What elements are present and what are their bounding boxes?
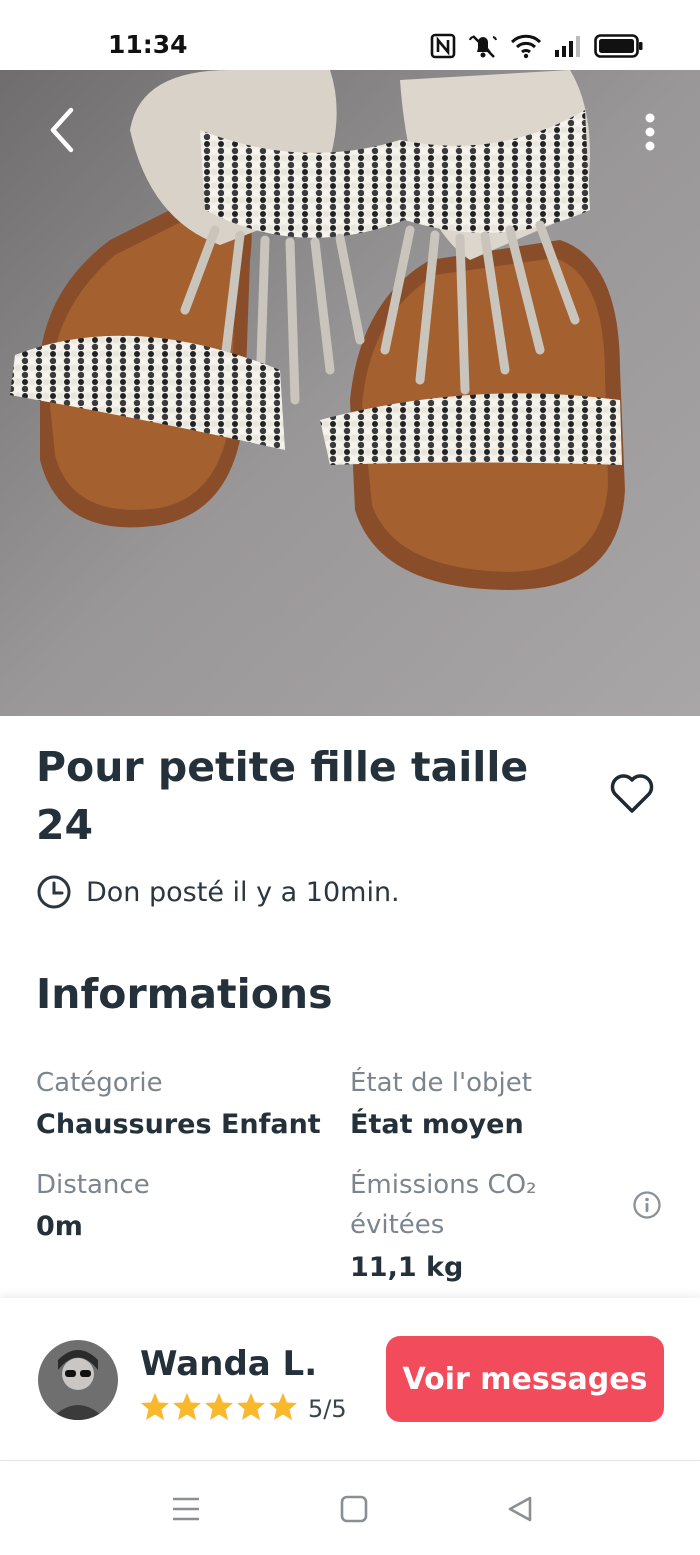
nav-menu-button[interactable] bbox=[166, 1489, 206, 1529]
wifi-icon bbox=[510, 34, 542, 59]
triangle-back-icon bbox=[508, 1496, 532, 1522]
back-button[interactable] bbox=[34, 100, 90, 160]
info-icon[interactable] bbox=[632, 1190, 662, 1220]
avatar[interactable] bbox=[38, 1340, 118, 1420]
menu-icon bbox=[173, 1497, 199, 1521]
co2-value: 11,1 kg bbox=[350, 1252, 464, 1283]
nav-back-button[interactable] bbox=[500, 1489, 540, 1529]
distance-label: Distance bbox=[36, 1170, 150, 1200]
signal-icon bbox=[555, 36, 580, 57]
nav-home-button[interactable] bbox=[334, 1489, 374, 1529]
nfc-icon bbox=[430, 33, 456, 59]
square-icon bbox=[340, 1495, 368, 1523]
posted-time: Don posté il y a 10min. bbox=[36, 874, 400, 910]
giver-name[interactable]: Wanda L. bbox=[140, 1344, 317, 1384]
rating-text: 5/5 bbox=[308, 1395, 347, 1423]
product-photo[interactable] bbox=[0, 70, 700, 716]
co2-label-line2: évitées bbox=[350, 1210, 445, 1240]
more-options-button[interactable] bbox=[628, 104, 672, 160]
star-icon bbox=[140, 1392, 170, 1426]
condition-label: État de l'objet bbox=[350, 1068, 532, 1098]
category-label: Catégorie bbox=[36, 1068, 163, 1098]
view-messages-button[interactable]: Voir messages bbox=[386, 1336, 664, 1422]
avatar-image bbox=[38, 1340, 118, 1420]
informations-heading: Informations bbox=[36, 970, 333, 1018]
mute-icon bbox=[469, 35, 497, 58]
favorite-button[interactable] bbox=[604, 766, 660, 822]
system-nav-bar bbox=[0, 1460, 700, 1555]
giver-rating: 5/5 bbox=[140, 1392, 347, 1426]
status-time: 11:34 bbox=[108, 30, 188, 59]
condition-value: État moyen bbox=[350, 1109, 524, 1140]
status-bar: 11:34 bbox=[0, 0, 700, 70]
chevron-left-icon bbox=[50, 107, 74, 153]
star-icon bbox=[204, 1392, 234, 1426]
sandals-image bbox=[0, 70, 700, 716]
battery-icon bbox=[594, 34, 643, 58]
co2-label: Émissions CO₂ bbox=[350, 1170, 537, 1200]
star-icon bbox=[268, 1392, 298, 1426]
status-icons bbox=[430, 32, 644, 60]
clock-icon bbox=[37, 875, 71, 909]
distance-value: 0m bbox=[36, 1211, 83, 1242]
star-icon bbox=[172, 1392, 202, 1426]
star-icon bbox=[236, 1392, 266, 1426]
heart-outline-icon bbox=[610, 774, 654, 813]
posted-text: Don posté il y a 10min. bbox=[86, 876, 400, 908]
category-value: Chaussures Enfant bbox=[36, 1109, 321, 1140]
more-vertical-icon bbox=[645, 113, 655, 151]
listing-title: Pour petite fille taille 24 bbox=[36, 743, 529, 849]
